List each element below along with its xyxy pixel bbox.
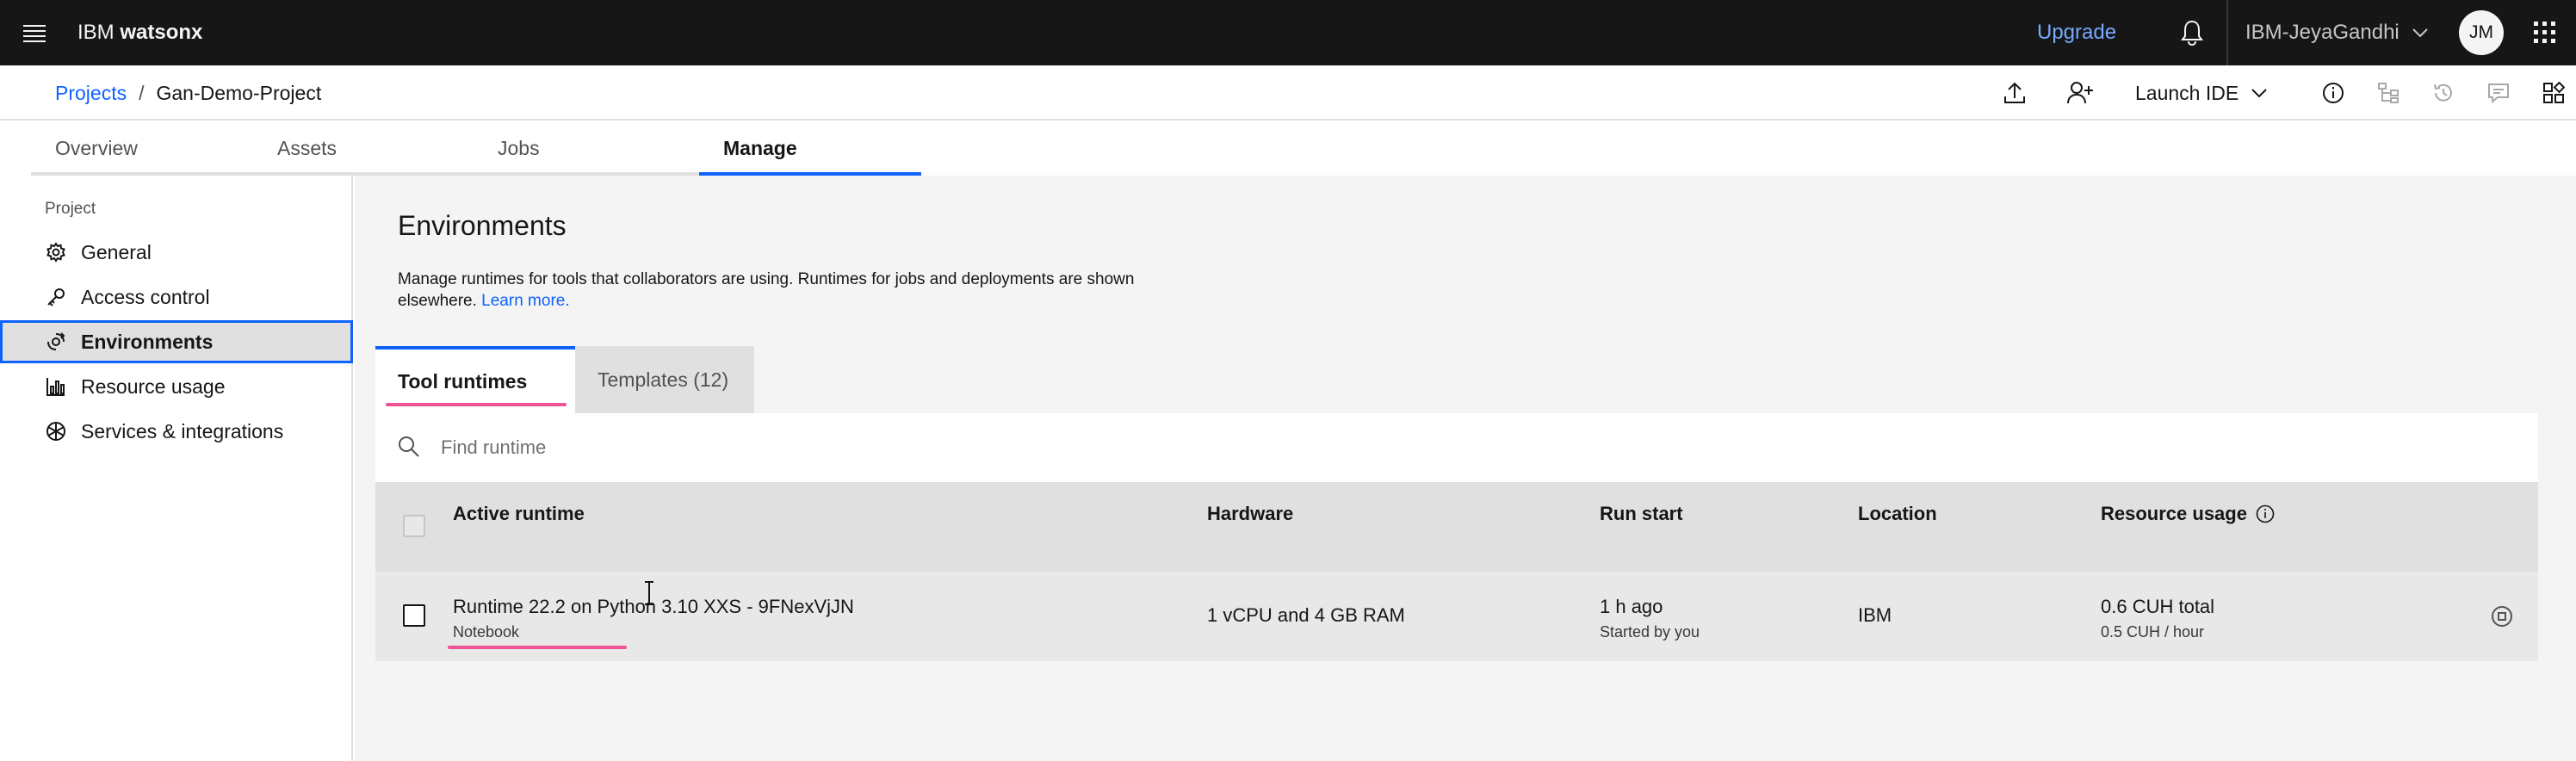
environment-icon xyxy=(45,331,67,353)
account-switcher[interactable]: IBM-JeyaGandhi xyxy=(2245,0,2429,65)
row-checkbox[interactable] xyxy=(403,604,425,627)
chevron-down-icon xyxy=(2251,88,2268,98)
sidebar-item-access-control[interactable]: Access control xyxy=(0,275,353,319)
sidebar-item-label: General xyxy=(81,240,152,263)
brand-name: watsonx xyxy=(120,21,203,44)
launch-ide-label: Launch IDE xyxy=(2135,81,2239,104)
product-logo[interactable]: IBM watsonx xyxy=(77,0,202,65)
stop-runtime-icon[interactable] xyxy=(2490,604,2514,628)
sidebar-item-general[interactable]: General xyxy=(0,231,353,274)
page-title: Environments xyxy=(398,210,567,241)
sidebar-item-environments[interactable]: Environments xyxy=(0,320,353,363)
sidebar-heading: Project xyxy=(45,200,96,218)
sidebar-item-label: Services & integrations xyxy=(81,419,284,442)
runtime-started-by: Started by you xyxy=(1600,623,1700,640)
select-all-checkbox[interactable] xyxy=(403,515,425,537)
bar-chart-icon xyxy=(45,375,67,398)
applications-icon[interactable] xyxy=(2536,76,2571,110)
gear-icon xyxy=(45,241,67,263)
column-header-hardware[interactable]: Hardware xyxy=(1207,503,1293,525)
annotation-underline xyxy=(386,403,567,406)
table-row[interactable]: Runtime 22.2 on Python 3.10 XXS - 9FNexV… xyxy=(375,572,2538,661)
project-tabs: Overview Assets Jobs Manage xyxy=(0,121,2576,176)
lineage-icon[interactable] xyxy=(2371,76,2406,110)
breadcrumb-separator: / xyxy=(139,81,145,104)
text-cursor-icon xyxy=(645,581,653,605)
search-icon xyxy=(398,436,422,460)
breadcrumb-projects-link[interactable]: Projects xyxy=(55,82,127,105)
network-icon xyxy=(45,420,67,442)
tab-manage[interactable]: Manage xyxy=(699,121,921,176)
runtime-search[interactable] xyxy=(375,413,2538,482)
brand-prefix: IBM xyxy=(77,21,115,44)
upgrade-link[interactable]: Upgrade xyxy=(2037,0,2116,65)
notification-bell-icon[interactable] xyxy=(2175,15,2209,50)
manage-sidebar: Project General Access control Environme… xyxy=(0,176,353,761)
sidebar-item-label: Environments xyxy=(81,330,214,353)
sidebar-item-label: Resource usage xyxy=(81,374,226,398)
column-header-resource-usage[interactable]: Resource usage xyxy=(2101,503,2275,525)
info-icon[interactable] xyxy=(2316,76,2350,110)
table-header: Active runtime Hardware Run start Locati… xyxy=(375,482,2538,572)
column-header-active-runtime[interactable]: Active runtime xyxy=(453,503,585,525)
history-icon[interactable] xyxy=(2426,76,2461,110)
comment-icon[interactable] xyxy=(2481,76,2516,110)
export-upload-icon[interactable] xyxy=(1997,76,2032,110)
column-header-run-start[interactable]: Run start xyxy=(1600,503,1683,525)
annotation-underline xyxy=(448,646,627,649)
search-input[interactable] xyxy=(441,413,2507,482)
breadcrumb: Projects / Gan-Demo-Project xyxy=(55,65,321,121)
runtime-run-start: 1 h ago xyxy=(1600,596,1663,617)
info-icon[interactable] xyxy=(2256,504,2275,523)
tab-assets[interactable]: Assets xyxy=(253,121,474,176)
runtime-hardware: 1 vCPU and 4 GB RAM xyxy=(1207,604,1405,626)
avatar[interactable]: JM xyxy=(2459,10,2504,55)
account-name: IBM-JeyaGandhi xyxy=(2245,21,2400,44)
breadcrumb-bar: Projects / Gan-Demo-Project Launch IDE xyxy=(0,65,2576,121)
sidebar-item-services-integrations[interactable]: Services & integrations xyxy=(0,410,353,453)
key-icon xyxy=(45,286,67,308)
breadcrumb-current-project: Gan-Demo-Project xyxy=(156,81,322,104)
menu-icon[interactable] xyxy=(17,15,52,50)
learn-more-link[interactable]: Learn more. xyxy=(481,292,569,310)
launch-ide-button[interactable]: Launch IDE xyxy=(2135,65,2268,121)
runtime-location: IBM xyxy=(1858,604,1892,626)
sidebar-item-resource-usage[interactable]: Resource usage xyxy=(0,365,353,408)
runtime-type: Notebook xyxy=(453,623,520,640)
tab-jobs[interactable]: Jobs xyxy=(474,121,699,176)
tab-overview[interactable]: Overview xyxy=(31,121,253,176)
sidebar-item-label: Access control xyxy=(81,285,210,308)
column-header-label: Resource usage xyxy=(2101,503,2247,524)
main-content: Environments Manage runtimes for tools t… xyxy=(355,176,2576,761)
runtime-usage-rate: 0.5 CUH / hour xyxy=(2101,623,2205,640)
app-switcher-icon[interactable] xyxy=(2528,15,2562,50)
header-divider xyxy=(2226,0,2228,65)
column-header-location[interactable]: Location xyxy=(1858,503,1937,525)
add-collaborator-icon[interactable] xyxy=(2063,76,2097,110)
page-description: Manage runtimes for tools that collabora… xyxy=(398,269,1173,312)
chevron-down-icon xyxy=(2412,28,2429,38)
runtime-usage-total: 0.6 CUH total xyxy=(2101,596,2215,617)
top-header: IBM watsonx Upgrade IBM-JeyaGandhi JM xyxy=(0,0,2576,65)
tab-templates[interactable]: Templates (12) xyxy=(575,346,754,413)
